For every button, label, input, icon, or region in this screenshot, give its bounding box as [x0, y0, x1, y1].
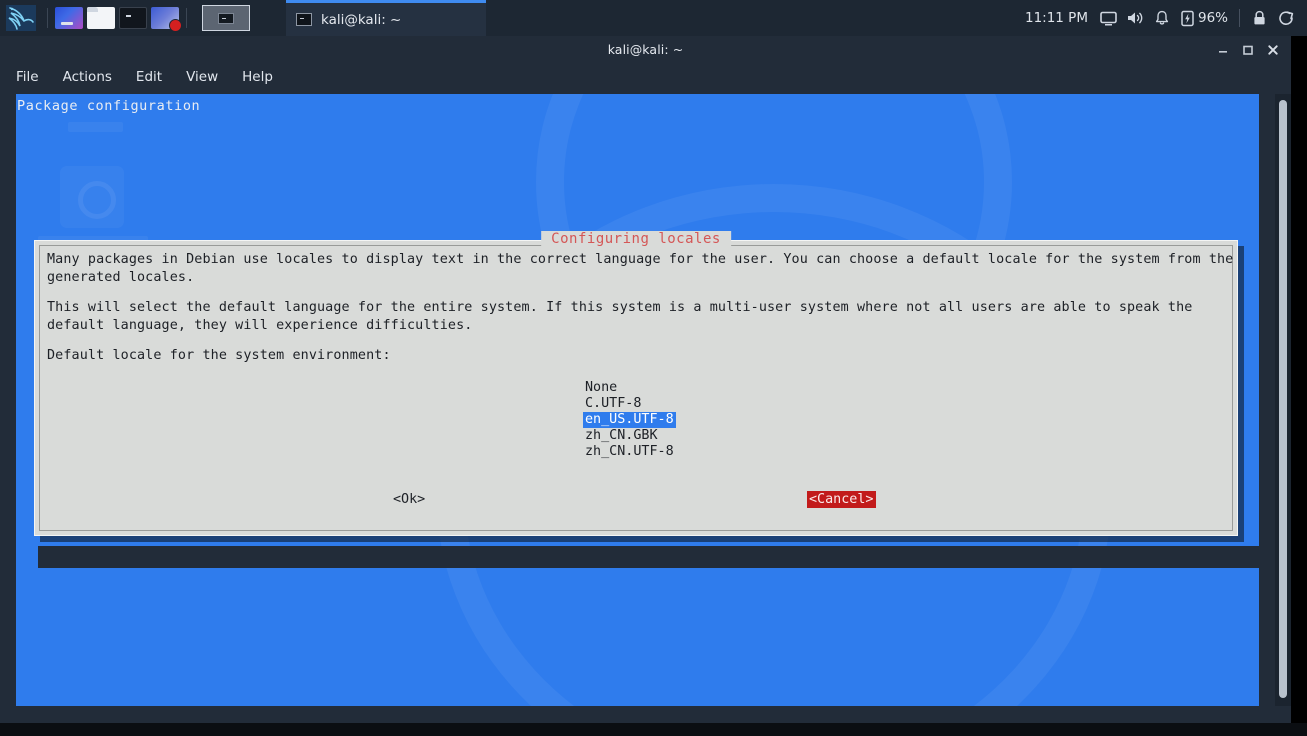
clock[interactable]: 11:11 PM [1019, 10, 1094, 26]
menu-help[interactable]: Help [242, 69, 273, 85]
menubar: File Actions Edit View Help [0, 63, 1291, 91]
wallpaper-desktop-icon [60, 166, 124, 228]
dialog-paragraph-3: Default locale for the system environmen… [47, 348, 391, 363]
package-configuration-header: Package configuration [17, 98, 201, 114]
display-icon[interactable] [1096, 3, 1121, 33]
terminal-scrollbar-thumb[interactable] [1279, 100, 1287, 698]
dialog-title: Configuring locales [541, 231, 731, 247]
panel-left-section: kali@kali: ~ [0, 0, 486, 36]
screen: kali@kali: ~ File Actions Edit View Help [0, 0, 1307, 736]
panel-tray: 11:11 PM 96% [1019, 0, 1307, 36]
workspace-window-thumbnail [218, 12, 234, 24]
menu-edit[interactable]: Edit [136, 69, 162, 85]
logout-icon[interactable] [1274, 3, 1299, 33]
battery-icon [1181, 10, 1194, 27]
window-titlebar[interactable]: kali@kali: ~ [0, 36, 1291, 63]
locale-list[interactable]: None C.UTF-8 en_US.UTF-8 zh_CN.GBK zh_CN… [583, 380, 676, 460]
top-panel: kali@kali: ~ 11:11 PM 96% [0, 0, 1307, 36]
launcher-files-icon[interactable] [87, 7, 115, 29]
launcher-terminal-icon[interactable] [119, 7, 147, 29]
locale-option-en-us-utf8[interactable]: en_US.UTF-8 [583, 412, 676, 428]
close-icon[interactable] [1266, 43, 1279, 56]
screen-edge-bottom [0, 723, 1307, 736]
lock-icon[interactable] [1247, 3, 1272, 33]
tray-separator [1239, 9, 1240, 27]
menu-file[interactable]: File [16, 69, 39, 85]
battery-percent: 96% [1197, 10, 1228, 26]
wallpaper-desktop-icon-label [68, 122, 123, 132]
launcher-screen-recorder-icon[interactable] [151, 7, 182, 32]
cancel-button[interactable]: <Cancel> [807, 491, 876, 508]
ok-button[interactable]: <Ok> [391, 491, 427, 508]
volume-icon[interactable] [1123, 3, 1148, 33]
minimize-icon[interactable] [1216, 43, 1229, 56]
terminal-prompt-line [38, 546, 1259, 568]
menu-actions[interactable]: Actions [63, 69, 112, 85]
kali-dragon-logo-icon[interactable] [0, 0, 42, 36]
terminal-icon [296, 13, 312, 26]
terminal-scrollbar[interactable] [1275, 94, 1291, 706]
workspace-switcher[interactable] [202, 5, 250, 31]
locale-option-none[interactable]: None [583, 380, 619, 396]
locale-option-zh-cn-utf8[interactable]: zh_CN.UTF-8 [583, 444, 676, 460]
window-controls [1216, 36, 1279, 63]
panel-separator [47, 8, 48, 28]
dialog-paragraph-2: This will select the default language fo… [47, 300, 1193, 333]
battery-indicator[interactable]: 96% [1177, 10, 1232, 27]
locale-option-zh-cn-gbk[interactable]: zh_CN.GBK [583, 428, 660, 444]
locale-option-c-utf8[interactable]: C.UTF-8 [583, 396, 643, 412]
terminal-content[interactable]: Package configuration Configuring locale… [16, 94, 1259, 706]
menu-view[interactable]: View [186, 69, 218, 85]
dialog-paragraph-1: Many packages in Debian use locales to d… [47, 252, 1234, 285]
screen-edge-right [1291, 36, 1307, 736]
configuring-locales-dialog: Configuring locales Many packages in Deb… [34, 231, 1238, 536]
panel-separator [186, 8, 187, 28]
launcher-firefox-icon[interactable] [55, 7, 83, 29]
maximize-icon[interactable] [1241, 43, 1254, 56]
terminal-window: kali@kali: ~ File Actions Edit View Help [0, 36, 1291, 723]
bell-icon[interactable] [1150, 3, 1175, 33]
taskbar-item-terminal[interactable]: kali@kali: ~ [286, 0, 486, 36]
taskbar-item-label: kali@kali: ~ [321, 11, 402, 28]
window-title: kali@kali: ~ [607, 42, 684, 57]
